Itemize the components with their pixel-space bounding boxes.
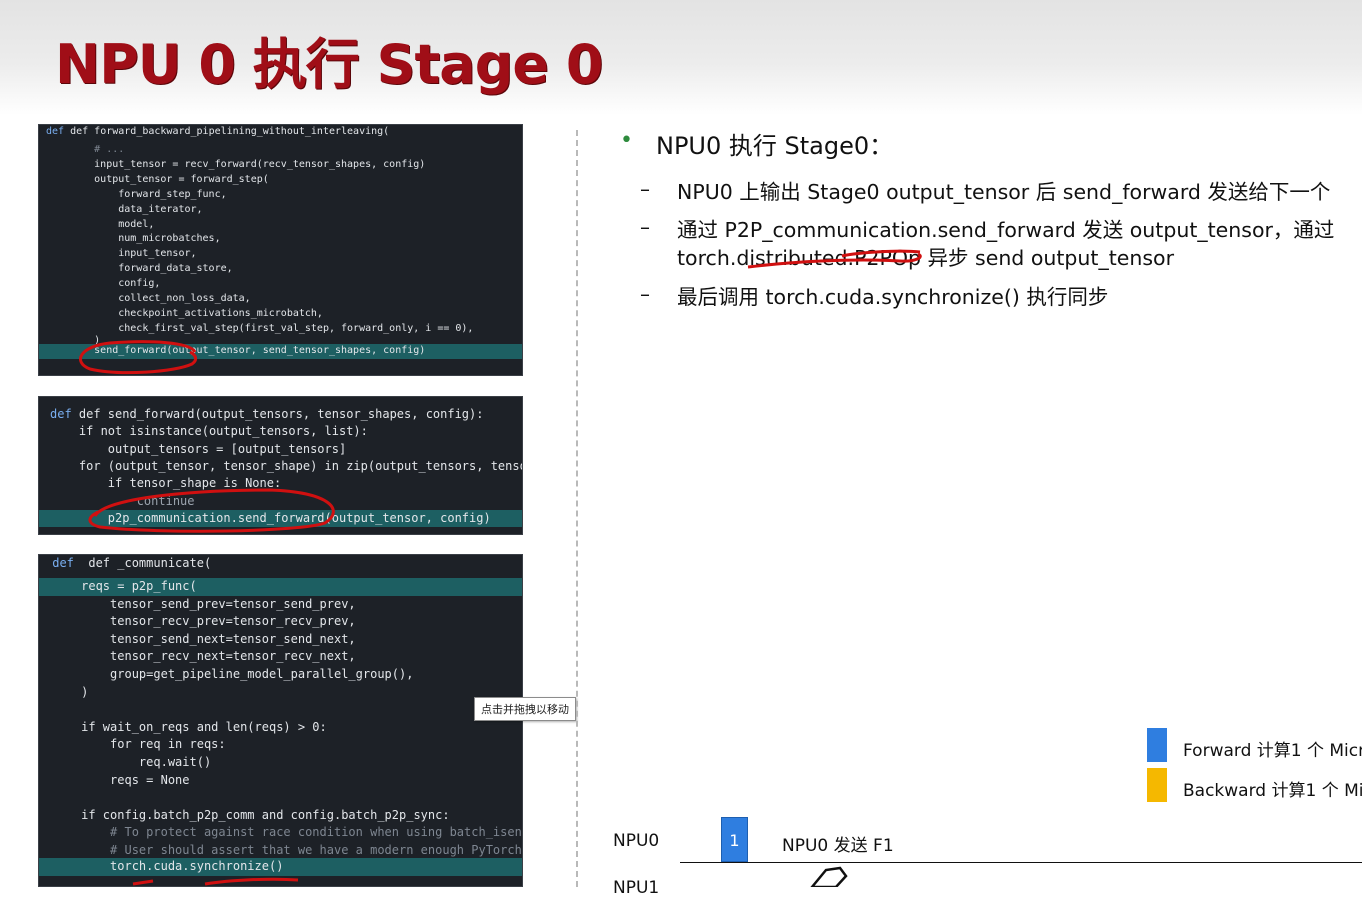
code-line: collect_non_loss_data,: [46, 293, 251, 304]
dash-icon: –: [640, 177, 650, 201]
code-line-highlighted: send_forward(output_tensor, send_tensor_…: [39, 344, 522, 359]
code-line: model,: [46, 218, 155, 230]
sub-bullet: NPU0 上输出 Stage0 output_tensor 后 send_for…: [677, 180, 1331, 204]
code-line: if wait_on_reqs and len(reqs) > 0:: [45, 719, 327, 734]
sub-bullet: 通过 P2P_communication.send_forward 发送 out…: [677, 218, 1335, 242]
code-line: continue: [50, 493, 195, 508]
bullet-dot-icon: •: [620, 128, 633, 153]
code-line: req.wait(): [45, 755, 212, 769]
backward-legend-swatch: [1147, 768, 1167, 802]
code-line: output_tensor = forward_step(: [46, 173, 269, 185]
send-label: NPU0 发送 F1: [782, 836, 894, 856]
dash-icon: –: [640, 215, 650, 239]
code-line-highlighted: torch.cuda.synchronize(): [39, 858, 522, 876]
code-line: tensor_send_prev=tensor_send_prev,: [45, 596, 356, 611]
code-line: input_tensor = recv_forward(recv_tensor_…: [46, 158, 426, 170]
code-block-send-forward: def def send_forward(output_tensors, ten…: [38, 396, 523, 535]
forward-block: 1: [721, 817, 748, 862]
code-line: tensor_send_next=tensor_send_next,: [45, 631, 356, 646]
code-line: for req in reqs:: [45, 737, 226, 752]
dash-icon: –: [640, 282, 650, 306]
code-line-highlighted: p2p_communication.send_forward(output_te…: [39, 509, 522, 527]
sub-bullet-continued: torch.distributed.P2POp 异步 send output_t…: [677, 246, 1174, 270]
code-block-communicate: def def _communicate( reqs = p2p_func( t…: [38, 554, 523, 887]
slide-title: NPU 0 执行 Stage 0: [55, 33, 603, 96]
code-line: if not isinstance(output_tensors, list):: [50, 424, 368, 439]
code-line: tensor_recv_prev=tensor_recv_prev,: [45, 614, 356, 629]
code-line: def def _communicate(: [45, 556, 212, 570]
drag-tooltip: 点击并拖拽以移动: [474, 697, 576, 721]
code-comment: # User should assert that we have a mode…: [45, 843, 523, 857]
code-comment: # To protect against race condition when…: [45, 825, 523, 840]
forward-legend-label: Forward 计算1 个 Micr: [1183, 741, 1362, 761]
code-line: tensor_recv_next=tensor_recv_next,: [45, 649, 356, 664]
code-line: ): [45, 684, 89, 699]
code-line-highlighted: reqs = p2p_func(: [39, 578, 522, 596]
code-line: # ...: [46, 144, 125, 155]
code-line: input_tensor,: [46, 248, 197, 260]
code-line: checkpoint_activations_microbatch,: [46, 307, 323, 319]
code-line: output_tensors = [output_tensors]: [50, 441, 347, 456]
code-line: reqs = None: [45, 772, 190, 787]
code-line: data_iterator,: [46, 203, 203, 215]
cursor-pen-icon: [810, 866, 848, 887]
sub-bullet: 最后调用 torch.cuda.synchronize() 执行同步: [677, 285, 1109, 309]
npu0-label: NPU0: [613, 831, 660, 851]
code-line: def def send_forward(output_tensors, ten…: [50, 407, 484, 421]
code-block-forward-backward: def def forward_backward_pipelining_with…: [38, 124, 523, 376]
backward-legend-label: Backward 计算1 个 Mi: [1183, 781, 1362, 801]
timeline-axis: [680, 862, 1362, 863]
code-line: if tensor_shape is None:: [50, 476, 282, 491]
forward-legend-swatch: [1147, 728, 1167, 762]
code-line: forward_data_store,: [46, 263, 233, 275]
code-line: if config.batch_p2p_comm and config.batc…: [45, 807, 450, 822]
bullet-main: NPU0 执行 Stage0：: [656, 132, 894, 160]
code-line: def def forward_backward_pipelining_with…: [46, 126, 390, 137]
code-line: num_microbatches,: [46, 233, 221, 245]
dashed-divider: [576, 130, 578, 887]
code-line: for (output_tensor, tensor_shape) in zip…: [50, 458, 523, 473]
code-line: forward_step_func,: [46, 188, 227, 200]
code-line: config,: [46, 278, 161, 290]
npu1-label: NPU1: [613, 878, 660, 898]
code-line: group=get_pipeline_model_parallel_group(…: [45, 667, 414, 681]
